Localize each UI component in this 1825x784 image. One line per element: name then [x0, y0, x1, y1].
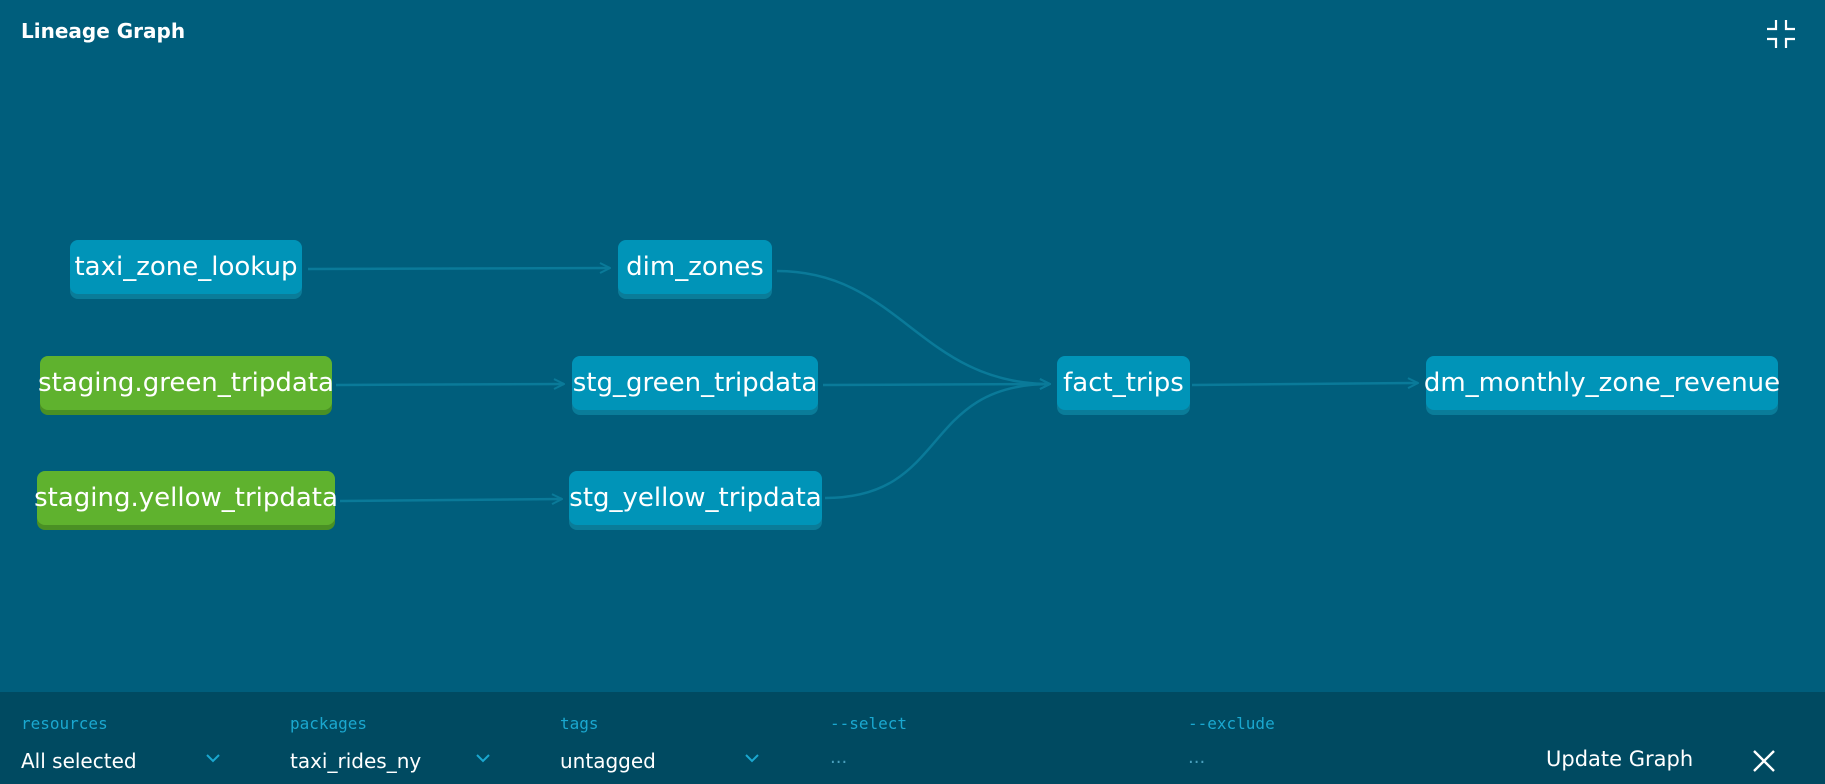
- graph-edges: [307, 0, 1825, 692]
- exclude-label: --exclude: [1188, 714, 1275, 733]
- select-label: --select: [830, 714, 908, 733]
- edge-stg-yellow-to-fact-trips: [824, 384, 1050, 500]
- packages-label: packages: [290, 714, 368, 733]
- update-graph-button[interactable]: Update Graph: [1546, 747, 1693, 771]
- select-input[interactable]: ...: [830, 747, 847, 768]
- resources-label: resources: [21, 714, 108, 733]
- edge-fact-trips-to-dm-monthly: [1191, 383, 1418, 385]
- node-fact-trips[interactable]: fact_trips: [1057, 356, 1190, 410]
- resources-select[interactable]: All selected: [21, 749, 137, 773]
- edge-stg-green-to-fact-trips: [822, 384, 1050, 385]
- node-stg-yellow-tripdata[interactable]: stg_yellow_tripdata: [569, 471, 822, 525]
- close-icon[interactable]: [1752, 749, 1776, 773]
- node-taxi-zone-lookup[interactable]: taxi_zone_lookup: [70, 240, 302, 294]
- packages-select[interactable]: taxi_rides_ny: [290, 749, 421, 773]
- node-staging-yellow-tripdata[interactable]: staging.yellow_tripdata: [34, 471, 338, 525]
- filter-bar: resources All selected packages taxi_rid…: [0, 692, 1825, 784]
- chevron-down-icon[interactable]: [205, 752, 221, 764]
- chevron-down-icon[interactable]: [475, 752, 491, 764]
- node-stg-green-tripdata[interactable]: stg_green_tripdata: [572, 356, 818, 410]
- node-dim-zones[interactable]: dim_zones: [618, 240, 772, 294]
- edge-taxi-zone-lookup-to-dim-zones: [307, 268, 610, 269]
- node-staging-green-tripdata[interactable]: staging.green_tripdata: [38, 356, 334, 410]
- edge-staging-yellow-to-stg-yellow: [339, 499, 562, 501]
- lineage-graph-canvas[interactable]: taxi_zone_lookup staging.green_tripdata …: [0, 0, 1825, 692]
- tags-select[interactable]: untagged: [560, 749, 656, 773]
- node-dm-monthly-zone-revenue[interactable]: dm_monthly_zone_revenue: [1424, 356, 1780, 410]
- tags-label: tags: [560, 714, 599, 733]
- chevron-down-icon[interactable]: [744, 752, 760, 764]
- exclude-input[interactable]: ...: [1188, 747, 1205, 768]
- edge-staging-green-to-stg-green: [335, 384, 564, 385]
